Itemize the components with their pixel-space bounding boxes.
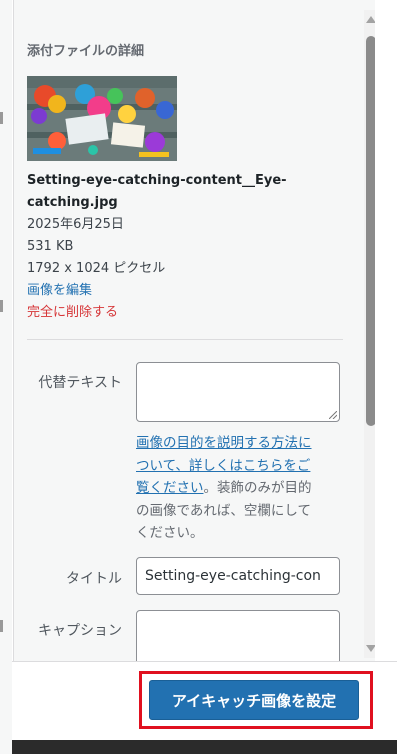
file-name-line: Setting-eye-catching-content__Eye-	[27, 173, 287, 188]
scroll-down-arrow-icon[interactable]	[366, 645, 375, 652]
title-input[interactable]: Setting-eye-catching-con	[136, 557, 340, 595]
image-thumbnail[interactable]	[27, 76, 177, 161]
scroll-up-arrow-icon[interactable]	[366, 16, 375, 23]
edge-marker	[0, 112, 3, 124]
alt-help-text: 。装飾のみが目的	[203, 480, 312, 496]
divider	[27, 339, 343, 340]
title-label: タイトル	[66, 571, 122, 587]
alt-help-text: の画像であれば、空欄にして	[136, 502, 311, 519]
file-size: 531 KB	[27, 239, 74, 254]
file-name-line: catching.jpg	[27, 195, 118, 210]
caption-label: キャプション	[38, 623, 122, 639]
alt-text-input[interactable]	[136, 362, 340, 422]
modal-toolbar: アイキャッチ画像を設定	[12, 661, 397, 740]
edge-marker	[0, 300, 3, 312]
alt-text-label: 代替テキスト	[38, 375, 122, 391]
scrollbar-thumb[interactable]	[366, 36, 375, 426]
attachment-meta: Setting-eye-catching-content__Eye- catch…	[27, 170, 347, 324]
alt-text-description: 画像の目的を説明する方法に ついて、詳しくはこちらをご 覧ください。装飾のみが目的 …	[136, 432, 342, 545]
caption-input[interactable]	[136, 610, 340, 661]
attachment-details-panel: 添付ファイルの詳細 Setting-eye-catching-content__…	[13, 0, 375, 661]
edge-marker	[0, 620, 3, 632]
panel-heading: 添付ファイルの詳細	[27, 44, 145, 59]
dimensions: 1792 x 1024 ピクセル	[27, 261, 166, 276]
set-featured-image-button[interactable]: アイキャッチ画像を設定	[149, 680, 359, 720]
alt-help-text: ください。	[136, 525, 204, 541]
media-modal: 添付ファイルの詳細 Setting-eye-catching-content__…	[12, 0, 397, 740]
resize-grip-icon[interactable]	[329, 411, 337, 419]
left-edge-strip	[0, 0, 12, 754]
edit-image-link[interactable]: 画像を編集	[27, 280, 347, 302]
upload-date: 2025年6月25日	[27, 217, 124, 232]
panel-scrollbar[interactable]	[364, 10, 375, 658]
delete-permanently-link[interactable]: 完全に削除する	[27, 302, 347, 324]
file-name: Setting-eye-catching-content__Eye- catch…	[27, 170, 347, 214]
image-thumbnail-icon	[27, 76, 177, 161]
